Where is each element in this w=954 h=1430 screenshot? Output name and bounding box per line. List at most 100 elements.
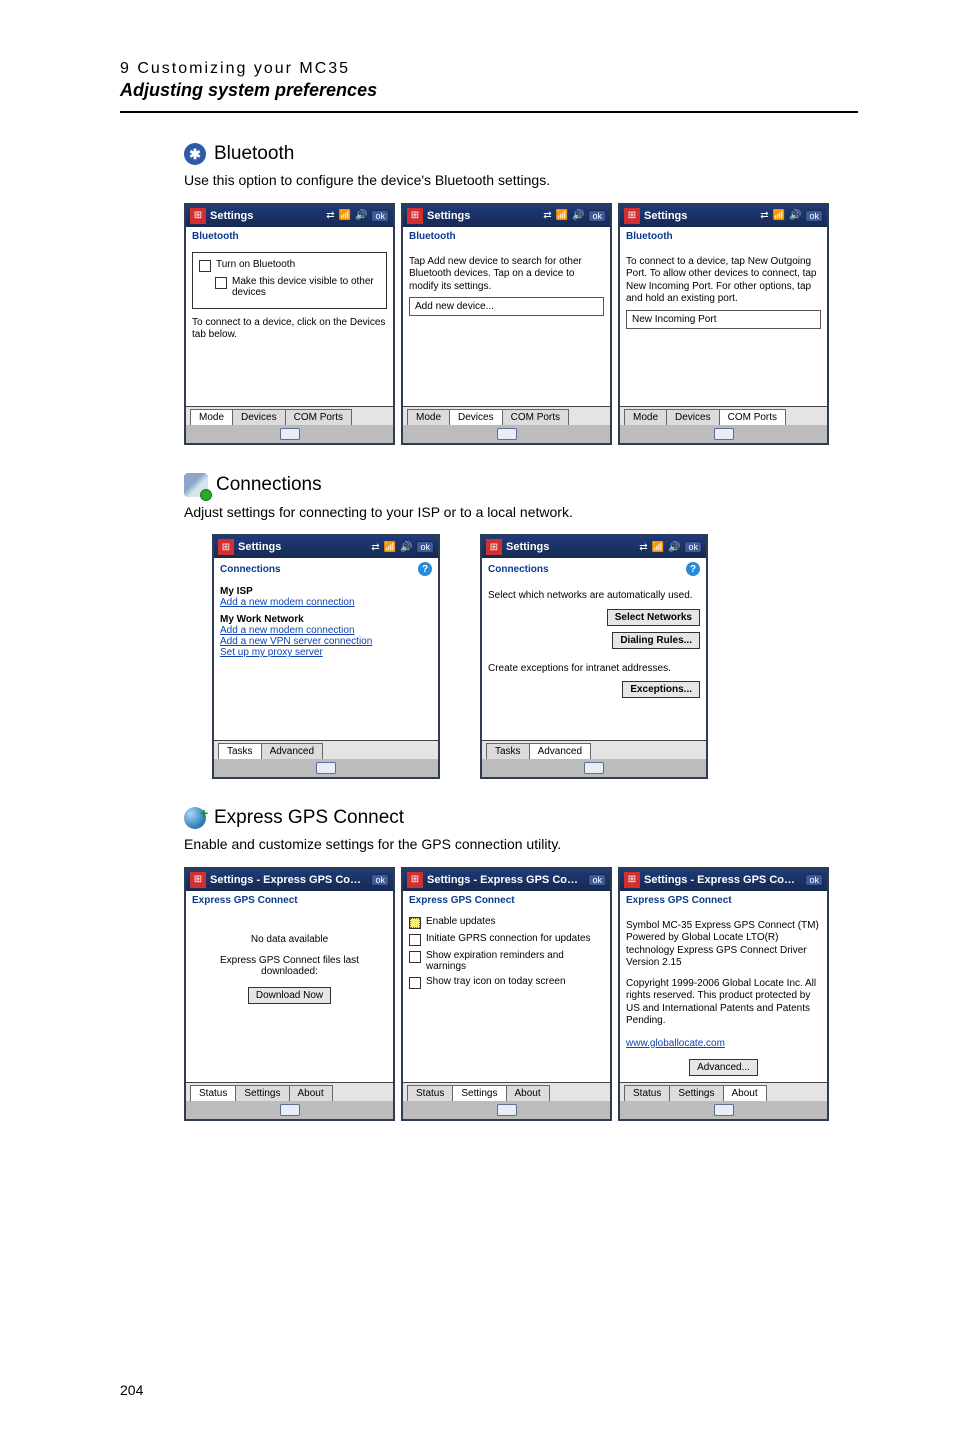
tab-strip: Status Settings About — [620, 1082, 827, 1101]
volume-icon[interactable]: 🔊 — [572, 210, 584, 221]
titlebar: ⊞ Settings ⇄ 📶 🔊 ok — [482, 536, 706, 558]
new-incoming-port-item[interactable]: New Incoming Port — [626, 310, 821, 329]
titlebar-title: Settings — [238, 541, 367, 553]
visible-to-others-checkbox[interactable]: Make this device visible to other device… — [215, 276, 380, 298]
exceptions-button[interactable]: Exceptions... — [622, 681, 700, 698]
connections-screenshot-advanced: ⊞ Settings ⇄ 📶 🔊 ok Connections ? Select… — [480, 534, 708, 779]
ok-button[interactable]: ok — [805, 210, 823, 222]
signal-icon[interactable]: 📶 — [339, 210, 351, 221]
work-add-modem-link[interactable]: Add a new modem connection — [220, 625, 432, 636]
tab-settings[interactable]: Settings — [235, 1085, 289, 1101]
keyboard-icon[interactable] — [714, 428, 734, 440]
help-icon[interactable]: ? — [418, 562, 432, 576]
tab-advanced[interactable]: Advanced — [529, 743, 591, 759]
chapter-subtitle: Adjusting system preferences — [120, 80, 858, 101]
titlebar-title: Settings - Express GPS Connect — [210, 874, 367, 886]
tab-about[interactable]: About — [289, 1085, 333, 1101]
tab-status[interactable]: Status — [624, 1085, 670, 1101]
connectivity-icon[interactable]: ⇄ — [371, 542, 379, 553]
help-icon[interactable]: ? — [686, 562, 700, 576]
tab-strip: Mode Devices COM Ports — [620, 406, 827, 425]
volume-icon[interactable]: 🔊 — [668, 542, 680, 553]
download-now-button[interactable]: Download Now — [248, 987, 331, 1004]
tab-devices[interactable]: Devices — [232, 409, 286, 425]
tab-mode[interactable]: Mode — [624, 409, 667, 425]
titlebar-title: Settings - Express GPS Connect — [427, 874, 584, 886]
tab-status[interactable]: Status — [190, 1085, 236, 1101]
advanced-button[interactable]: Advanced... — [689, 1059, 758, 1076]
keyboard-icon[interactable] — [714, 1104, 734, 1116]
signal-icon[interactable]: 📶 — [556, 210, 568, 221]
enable-updates-checkbox[interactable]: Enable updates — [409, 916, 604, 929]
start-icon[interactable]: ⊞ — [624, 208, 640, 224]
sip-bar[interactable] — [403, 1101, 610, 1119]
tab-status[interactable]: Status — [407, 1085, 453, 1101]
sip-bar[interactable] — [482, 759, 706, 777]
gps-description: Enable and customize settings for the GP… — [184, 835, 858, 855]
volume-icon[interactable]: 🔊 — [400, 542, 412, 553]
show-expiration-checkbox[interactable]: Show expiration reminders and warnings — [409, 950, 604, 972]
volume-icon[interactable]: 🔊 — [355, 210, 367, 221]
tab-com-ports[interactable]: COM Ports — [502, 409, 569, 425]
ok-button[interactable]: ok — [805, 874, 823, 886]
keyboard-icon[interactable] — [497, 1104, 517, 1116]
keyboard-icon[interactable] — [497, 428, 517, 440]
ok-button[interactable]: ok — [588, 210, 606, 222]
start-icon[interactable]: ⊞ — [190, 208, 206, 224]
dialing-rules-button[interactable]: Dialing Rules... — [612, 632, 700, 649]
tab-advanced[interactable]: Advanced — [261, 743, 323, 759]
start-icon[interactable]: ⊞ — [218, 539, 234, 555]
tab-devices[interactable]: Devices — [449, 409, 503, 425]
start-icon[interactable]: ⊞ — [190, 872, 206, 888]
ok-button[interactable]: ok — [684, 541, 702, 553]
show-tray-icon-checkbox[interactable]: Show tray icon on today screen — [409, 976, 604, 989]
tab-mode[interactable]: Mode — [190, 409, 233, 425]
ok-button[interactable]: ok — [371, 874, 389, 886]
tab-settings[interactable]: Settings — [452, 1085, 506, 1101]
sip-bar[interactable] — [186, 425, 393, 443]
isp-add-modem-link[interactable]: Add a new modem connection — [220, 597, 432, 608]
start-icon[interactable]: ⊞ — [486, 539, 502, 555]
keyboard-icon[interactable] — [280, 1104, 300, 1116]
signal-icon[interactable]: 📶 — [384, 542, 396, 553]
volume-icon[interactable]: 🔊 — [789, 210, 801, 221]
start-icon[interactable]: ⊞ — [624, 872, 640, 888]
tab-settings[interactable]: Settings — [669, 1085, 723, 1101]
sip-bar[interactable] — [214, 759, 438, 777]
sip-bar[interactable] — [403, 425, 610, 443]
sip-bar[interactable] — [620, 425, 827, 443]
globallocate-link[interactable]: www.globallocate.com — [626, 1038, 821, 1049]
keyboard-icon[interactable] — [584, 762, 604, 774]
tab-strip: Tasks Advanced — [482, 740, 706, 759]
titlebar: ⊞ Settings ⇄ 📶 🔊 ok — [620, 205, 827, 227]
sip-bar[interactable] — [620, 1101, 827, 1119]
ok-button[interactable]: ok — [416, 541, 434, 553]
tab-mode[interactable]: Mode — [407, 409, 450, 425]
start-icon[interactable]: ⊞ — [407, 208, 423, 224]
ok-button[interactable]: ok — [588, 874, 606, 886]
tab-tasks[interactable]: Tasks — [218, 743, 262, 759]
connectivity-icon[interactable]: ⇄ — [543, 210, 551, 221]
signal-icon[interactable]: 📶 — [652, 542, 664, 553]
tab-about[interactable]: About — [723, 1085, 767, 1101]
sip-bar[interactable] — [186, 1101, 393, 1119]
work-proxy-link[interactable]: Set up my proxy server — [220, 647, 432, 658]
ok-button[interactable]: ok — [371, 210, 389, 222]
connectivity-icon[interactable]: ⇄ — [639, 542, 647, 553]
connectivity-icon[interactable]: ⇄ — [760, 210, 768, 221]
tab-about[interactable]: About — [506, 1085, 550, 1101]
tab-com-ports[interactable]: COM Ports — [285, 409, 352, 425]
turn-on-bluetooth-checkbox[interactable]: Turn on Bluetooth — [199, 259, 380, 272]
start-icon[interactable]: ⊞ — [407, 872, 423, 888]
keyboard-icon[interactable] — [280, 428, 300, 440]
tab-com-ports[interactable]: COM Ports — [719, 409, 786, 425]
connectivity-icon[interactable]: ⇄ — [326, 210, 334, 221]
tab-devices[interactable]: Devices — [666, 409, 720, 425]
initiate-gprs-checkbox[interactable]: Initiate GPRS connection for updates — [409, 933, 604, 946]
select-networks-button[interactable]: Select Networks — [607, 609, 700, 626]
add-new-device-item[interactable]: Add new device... — [409, 297, 604, 316]
tab-tasks[interactable]: Tasks — [486, 743, 530, 759]
signal-icon[interactable]: 📶 — [773, 210, 785, 221]
work-add-vpn-link[interactable]: Add a new VPN server connection — [220, 636, 432, 647]
keyboard-icon[interactable] — [316, 762, 336, 774]
